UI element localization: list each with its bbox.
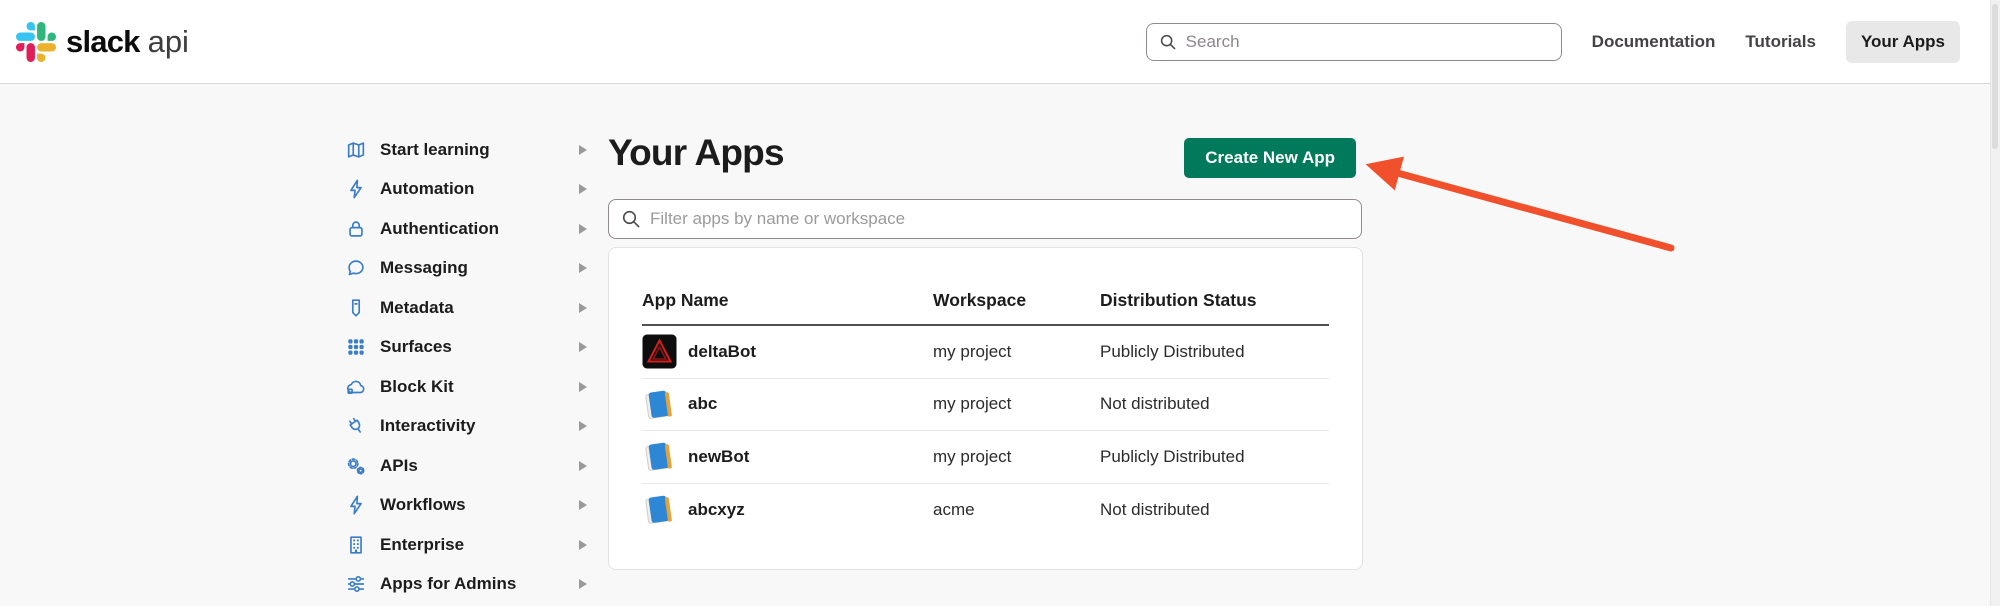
gears-icon	[345, 455, 367, 477]
chevron-right-icon	[579, 500, 587, 510]
sidebar-item-interactivity[interactable]: Interactivity	[345, 407, 587, 447]
logo-suffix-text: api	[148, 24, 189, 60]
default-app-icon	[642, 387, 677, 422]
sidebar-item-label: Messaging	[380, 258, 468, 278]
sidebar-item-authentication[interactable]: Authentication	[345, 209, 587, 249]
sidebar-item-label: APIs	[380, 456, 418, 476]
sidebar-item-messaging[interactable]: Messaging	[345, 249, 587, 289]
global-search[interactable]	[1146, 23, 1562, 61]
plug-icon	[345, 415, 367, 437]
sidebar-item-block-kit[interactable]: Block Kit	[345, 367, 587, 407]
deltabot-app-icon	[642, 334, 677, 369]
chevron-right-icon	[579, 579, 587, 589]
sidebar-item-label: Start learning	[380, 140, 490, 160]
default-app-icon	[642, 492, 677, 527]
lightning-icon	[345, 178, 367, 200]
sidebar-item-label: Block Kit	[380, 377, 454, 397]
table-row[interactable]: abcxyz acme Not distributed	[642, 484, 1329, 537]
workspace-cell: acme	[933, 500, 1100, 520]
sidebar-item-label: Apps for Admins	[380, 574, 516, 594]
cloud-blocks-icon	[345, 376, 367, 398]
sidebar-item-label: Surfaces	[380, 337, 452, 357]
sidebar-item-label: Authentication	[380, 219, 499, 239]
filter-apps-input[interactable]	[650, 209, 1349, 229]
nav-tutorials[interactable]: Tutorials	[1745, 32, 1816, 52]
logo-brand-text: slack	[66, 24, 140, 60]
slack-api-your-apps-page: slack api Documentation Tutorials Your A…	[0, 0, 2000, 606]
chevron-right-icon	[579, 421, 587, 431]
sidebar-item-metadata[interactable]: Metadata	[345, 288, 587, 328]
app-name-link[interactable]: newBot	[688, 447, 749, 467]
page-title: Your Apps	[608, 132, 784, 174]
search-input[interactable]	[1186, 32, 1549, 52]
chevron-right-icon	[579, 263, 587, 273]
table-row[interactable]: abc my project Not distributed	[642, 379, 1329, 432]
sidebar-item-apis[interactable]: APIs	[345, 446, 587, 486]
sidebar-item-workflows[interactable]: Workflows	[345, 486, 587, 526]
table-row[interactable]: deltaBot my project Publicly Distributed	[642, 326, 1329, 379]
chevron-right-icon	[579, 461, 587, 471]
slack-logo-icon	[16, 22, 56, 62]
top-header: slack api Documentation Tutorials Your A…	[0, 0, 2000, 84]
chevron-right-icon	[579, 145, 587, 155]
app-name-link[interactable]: abcxyz	[688, 500, 745, 520]
search-icon	[621, 209, 641, 229]
column-header-distribution-status: Distribution Status	[1100, 290, 1329, 311]
tag-icon	[345, 297, 367, 319]
sidebar-item-enterprise[interactable]: Enterprise	[345, 525, 587, 565]
sidebar-item-start-learning[interactable]: Start learning	[345, 130, 587, 170]
create-new-app-button[interactable]: Create New App	[1184, 138, 1356, 178]
chevron-right-icon	[579, 382, 587, 392]
building-icon	[345, 534, 367, 556]
lock-icon	[345, 218, 367, 240]
header-nav: Documentation Tutorials Your Apps	[1146, 21, 1960, 63]
apps-table-card: App Name Workspace Distribution Status d…	[608, 247, 1363, 570]
nav-documentation[interactable]: Documentation	[1592, 32, 1716, 52]
distribution-status-cell: Publicly Distributed	[1100, 447, 1329, 467]
sidebar-item-label: Automation	[380, 179, 474, 199]
table-row[interactable]: newBot my project Publicly Distributed	[642, 431, 1329, 484]
sliders-icon	[345, 573, 367, 595]
app-name-link[interactable]: abc	[688, 394, 717, 414]
app-name-link[interactable]: deltaBot	[688, 342, 756, 362]
sidebar-item-label: Metadata	[380, 298, 454, 318]
distribution-status-cell: Not distributed	[1100, 500, 1329, 520]
chevron-right-icon	[579, 342, 587, 352]
chevron-right-icon	[579, 540, 587, 550]
default-app-icon	[642, 439, 677, 474]
sidebar-item-apps-for-admins[interactable]: Apps for Admins	[345, 565, 587, 605]
map-icon	[345, 139, 367, 161]
distribution-status-cell: Publicly Distributed	[1100, 342, 1329, 362]
workspace-cell: my project	[933, 342, 1100, 362]
column-header-workspace: Workspace	[933, 290, 1100, 311]
sidebar-item-automation[interactable]: Automation	[345, 170, 587, 210]
sidebar-item-label: Enterprise	[380, 535, 464, 555]
nav-your-apps-active[interactable]: Your Apps	[1846, 21, 1960, 63]
chat-bubble-icon	[345, 257, 367, 279]
distribution-status-cell: Not distributed	[1100, 394, 1329, 414]
table-header-row: App Name Workspace Distribution Status	[642, 248, 1329, 326]
workspace-cell: my project	[933, 394, 1100, 414]
page-scrollbar-track[interactable]	[1990, 0, 2000, 606]
sidebar-item-label: Workflows	[380, 495, 466, 515]
filter-apps-box[interactable]	[608, 199, 1362, 239]
chevron-right-icon	[579, 184, 587, 194]
workspace-cell: my project	[933, 447, 1100, 467]
docs-sidebar: Start learning Automation Authentication…	[345, 130, 587, 604]
slack-api-logo[interactable]: slack api	[16, 22, 189, 62]
sidebar-item-label: Interactivity	[380, 416, 475, 436]
grid-dots-icon	[345, 336, 367, 358]
sidebar-item-surfaces[interactable]: Surfaces	[345, 328, 587, 368]
search-icon	[1159, 33, 1177, 51]
chevron-right-icon	[579, 224, 587, 234]
page-scrollbar-thumb[interactable]	[1992, 4, 1998, 149]
lightning-icon	[345, 494, 367, 516]
column-header-app-name: App Name	[642, 290, 933, 311]
main-content: Your Apps Create New App App Name Worksp…	[608, 0, 1363, 606]
chevron-right-icon	[579, 303, 587, 313]
